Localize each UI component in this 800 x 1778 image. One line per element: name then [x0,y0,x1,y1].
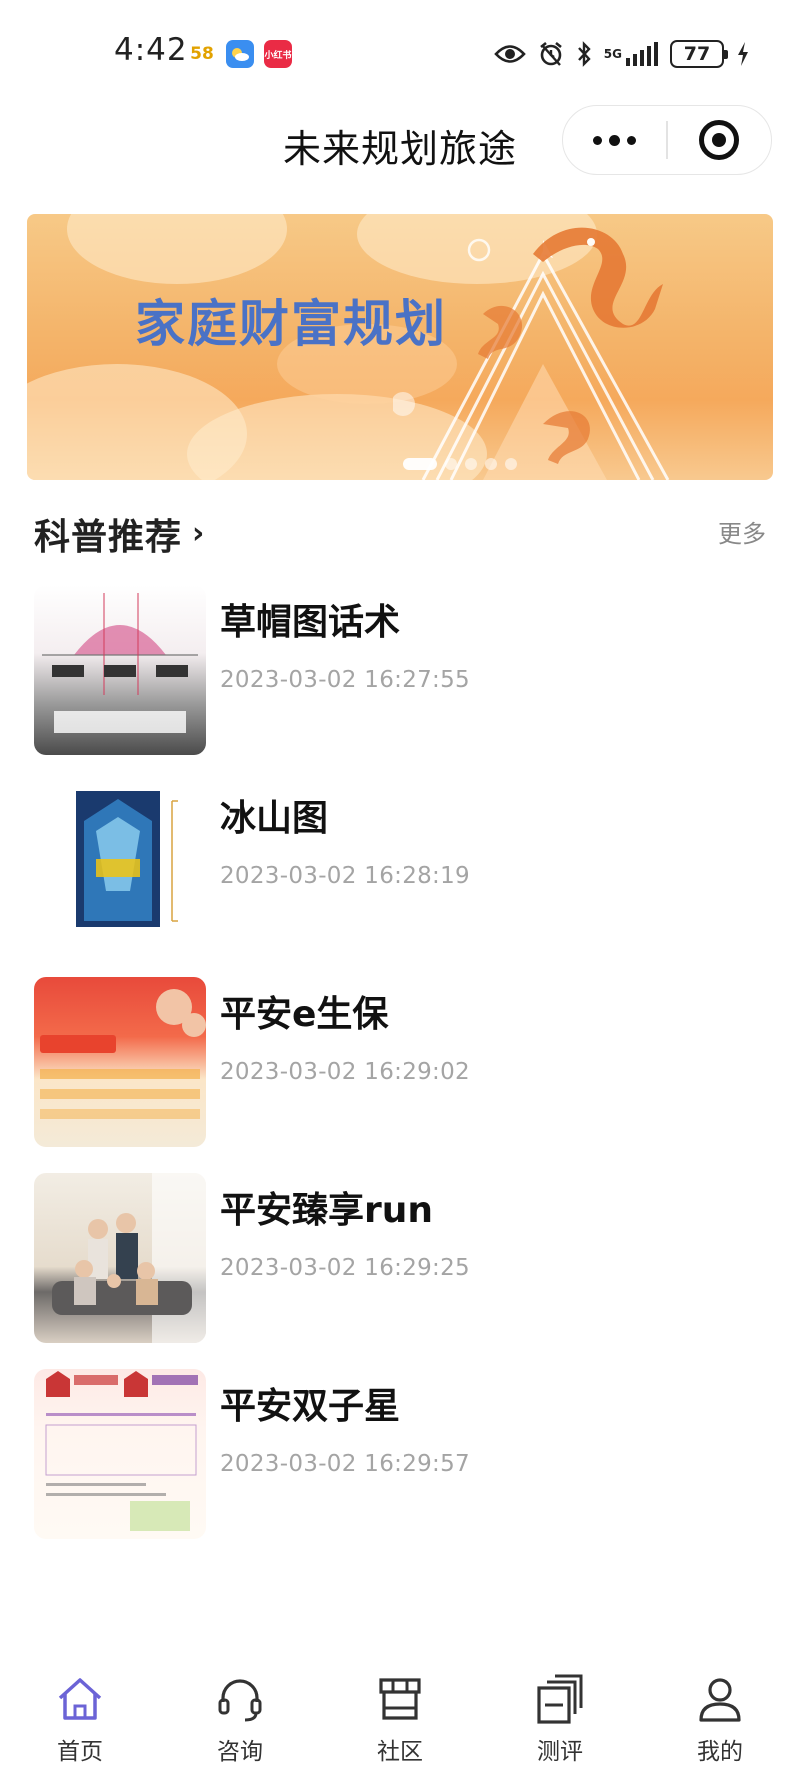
app-58-icon: 58 [190,44,214,64]
battery-icon: 77 [670,40,728,68]
article-title[interactable]: 平安臻享run [220,1181,433,1233]
status-icons: 5G 77 [494,38,750,70]
list-item[interactable]: 冰山图 2023-03-02 16:28:19 [34,781,774,951]
store-icon [373,1672,427,1726]
miniprogram-capsule [562,105,772,175]
tab-label: 首页 [57,1739,103,1765]
tab-community[interactable]: 社区 [320,1658,480,1778]
status-bar: 4:42 58 小红书 5G 77 [0,0,800,96]
carousel-dot[interactable] [465,458,477,470]
status-time: 4:42 [114,32,188,68]
article-title[interactable]: 平安e生保 [220,985,388,1037]
article-thumbnail[interactable] [34,585,206,755]
article-date: 2023-03-02 16:29:57 [220,1451,470,1477]
bluetooth-icon [576,41,592,67]
section-header: 科普推荐 › 更多 [34,508,766,558]
banner-carousel[interactable]: 家庭财富规划 [27,214,773,480]
eye-icon [494,43,526,65]
charging-icon [736,41,750,67]
nav-header: 未来规划旅途 [0,96,800,186]
tab-label: 测评 [537,1739,583,1765]
article-title[interactable]: 冰山图 [220,789,328,841]
list-item[interactable]: 平安双子星 2023-03-02 16:29:57 [34,1369,774,1539]
article-title[interactable]: 草帽图话术 [220,593,400,645]
article-thumbnail[interactable] [34,1173,206,1343]
tab-label: 咨询 [217,1739,263,1765]
tab-mine[interactable]: 我的 [640,1658,800,1778]
chevron-right-icon[interactable]: › [192,516,204,551]
article-date: 2023-03-02 16:29:25 [220,1255,470,1281]
banner-title: 家庭财富规划 [135,295,447,353]
tab-label: 社区 [377,1739,423,1765]
article-date: 2023-03-02 16:27:55 [220,667,470,693]
carousel-dot[interactable] [445,458,457,470]
tab-home[interactable]: 首页 [0,1658,160,1778]
article-thumbnail[interactable] [34,1369,206,1539]
carousel-dot[interactable] [485,458,497,470]
user-icon [693,1672,747,1726]
tab-assessment[interactable]: 测评 [480,1658,640,1778]
list-item[interactable]: 平安臻享run 2023-03-02 16:29:25 [34,1173,774,1343]
article-date: 2023-03-02 16:29:02 [220,1059,470,1085]
headset-icon [213,1672,267,1726]
documents-icon [533,1672,587,1726]
tab-label: 我的 [697,1739,743,1765]
close-target-icon[interactable] [668,106,771,174]
carousel-dot[interactable] [505,458,517,470]
more-dots-icon[interactable] [563,106,666,174]
alarm-icon [538,41,564,67]
signal-icon: 5G [604,41,658,67]
xiaohongshu-app-icon: 小红书 [264,40,292,68]
article-thumbnail[interactable] [34,781,206,951]
more-link[interactable]: 更多 [718,514,766,549]
bottom-tab-bar: 首页 咨询 社区 测评 我的 [0,1658,800,1778]
weather-app-icon [226,40,254,68]
article-date: 2023-03-02 16:28:19 [220,863,470,889]
carousel-indicator [27,458,773,470]
list-item[interactable]: 平安e生保 2023-03-02 16:29:02 [34,977,774,1147]
home-icon [53,1672,107,1726]
article-thumbnail[interactable] [34,977,206,1147]
carousel-dot[interactable] [403,458,437,470]
dragon-triangle-art [393,227,670,480]
section-title[interactable]: 科普推荐 [34,508,182,560]
tab-consult[interactable]: 咨询 [160,1658,320,1778]
list-item[interactable]: 草帽图话术 2023-03-02 16:27:55 [34,585,774,755]
article-title[interactable]: 平安双子星 [220,1377,400,1429]
